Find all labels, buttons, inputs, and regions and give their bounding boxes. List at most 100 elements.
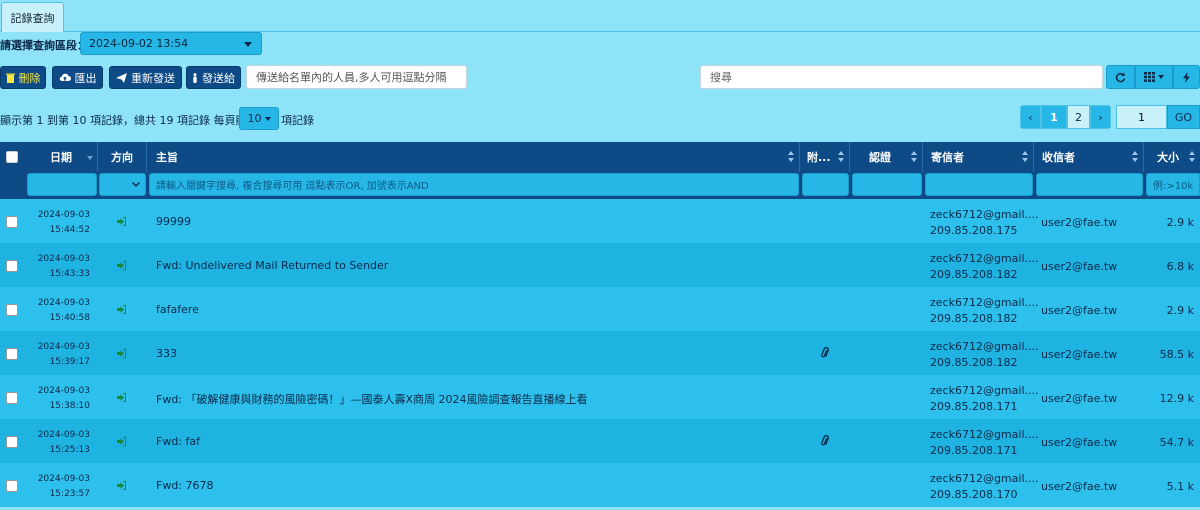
recipients-input[interactable]: 傳送給名單內的人員,多人可用逗點分隔 [246, 65, 467, 89]
go-button[interactable]: GO [1167, 105, 1200, 129]
row-subject[interactable]: Fwd: 7678 [156, 479, 214, 492]
sender-filter[interactable] [925, 173, 1033, 196]
row-time: 15:38:10 [49, 401, 90, 411]
row-date: 2024-09-03 [37, 298, 90, 308]
caret-down-icon [264, 116, 271, 121]
row-size: 6.8 k [1166, 260, 1194, 273]
table-row[interactable]: 2024-09-03 15:44:52 99999 zeck6712@gmail...… [0, 199, 1200, 243]
row-sender-ip: 209.85.208.175 [930, 224, 1018, 237]
row-sender: zeck6712@gmail.... [930, 208, 1039, 221]
select-all-checkbox[interactable] [6, 151, 18, 163]
column-size[interactable]: 大小 [1144, 142, 1200, 172]
direction-filter[interactable] [99, 173, 146, 196]
row-size: 54.7 k [1159, 436, 1194, 449]
page-1-button[interactable]: 1 [1041, 105, 1067, 129]
row-size: 58.5 k [1159, 348, 1194, 361]
sort-icon [1022, 151, 1028, 163]
records-info: 顯示第 1 到第 10 項記錄，總共 19 項記錄 每頁顯示 [0, 114, 258, 127]
auth-filter[interactable] [852, 173, 922, 196]
column-recipient[interactable]: 收信者 [1034, 142, 1144, 172]
row-checkbox[interactable] [6, 436, 18, 448]
row-checkbox[interactable] [6, 392, 18, 404]
row-date: 2024-09-03 [37, 342, 90, 352]
row-subject[interactable]: fafafere [156, 303, 199, 316]
bolt-icon [1183, 71, 1190, 83]
table-row[interactable]: 2024-09-03 15:23:57 Fwd: 7678 zeck6712@gmai… [0, 463, 1200, 507]
table-row[interactable]: 2024-09-03 15:38:10 Fwd: 「破解健康與財務的風險密碼！」—國… [0, 375, 1200, 419]
sign-in-icon [117, 437, 126, 446]
column-date[interactable]: 日期 [25, 142, 98, 172]
row-checkbox[interactable] [6, 260, 18, 272]
row-sender-ip: 209.85.208.171 [930, 444, 1018, 457]
row-sender-ip: 209.85.208.182 [930, 268, 1018, 281]
delete-button[interactable]: 刪除 [0, 66, 46, 89]
row-subject[interactable]: Fwd: Undelivered Mail Returned to Sender [156, 259, 388, 272]
table-row[interactable]: 2024-09-03 15:25:13 Fwd: faf zeck6712@gmail… [0, 419, 1200, 463]
row-sender: zeck6712@gmail.... [930, 296, 1039, 309]
row-date: 2024-09-03 [37, 474, 90, 484]
refresh-icon [1115, 72, 1126, 82]
tab-strip: 記錄查詢 [0, 0, 1200, 32]
row-checkbox[interactable] [6, 216, 18, 228]
table-row[interactable]: 2024-09-03 15:43:33 Fwd: Undelivered Mail … [0, 243, 1200, 287]
send-to-button[interactable]: 發送給 [186, 66, 241, 89]
sign-in-icon [117, 481, 126, 490]
row-recipient: user2@fae.tw [1041, 392, 1118, 405]
paperclip-icon [821, 347, 829, 358]
attachment-filter[interactable] [802, 173, 849, 196]
sort-icon [838, 151, 844, 163]
row-time: 15:40:58 [49, 313, 90, 323]
table-row[interactable]: 2024-09-03 15:39:17 333 zeck6712@gmail.... 2… [0, 331, 1200, 375]
row-subject[interactable]: Fwd: faf [156, 435, 200, 448]
sign-in-icon [117, 349, 126, 358]
column-sender[interactable]: 寄信者 [923, 142, 1034, 172]
row-subject[interactable]: Fwd: 「破解健康與財務的風險密碼！」—國泰人壽X商周 2024風險調查報告直… [156, 391, 588, 407]
refresh-button[interactable] [1106, 65, 1135, 89]
period-select[interactable]: 2024-09-02 13:54 [80, 32, 262, 55]
row-subject[interactable]: 333 [156, 347, 177, 360]
column-direction[interactable]: 方向 [98, 142, 147, 172]
paperclip-icon [821, 435, 829, 446]
column-auth[interactable]: 認證 [850, 142, 923, 172]
export-button[interactable]: 匯出 [52, 66, 103, 89]
row-time: 15:25:13 [49, 445, 90, 455]
row-date: 2024-09-03 [37, 430, 90, 440]
person-icon [193, 72, 197, 83]
row-sender-ip: 209.85.208.182 [930, 356, 1018, 369]
search-input[interactable]: 搜尋 [700, 65, 1103, 89]
row-subject[interactable]: 99999 [156, 215, 191, 228]
sort-icon [788, 151, 794, 163]
page-2-button[interactable]: 2 [1067, 105, 1090, 129]
row-checkbox[interactable] [6, 304, 18, 316]
size-filter[interactable]: 例:>10k [1146, 173, 1200, 196]
date-filter[interactable] [27, 173, 97, 196]
grid-icon [1144, 72, 1155, 82]
per-page-select[interactable]: 10 [239, 107, 279, 130]
table-row[interactable]: 2024-09-03 15:40:58 fafafere zeck6712@gmail… [0, 287, 1200, 331]
row-sender-ip: 209.85.208.170 [930, 488, 1018, 501]
column-attachment[interactable]: 附... [800, 142, 850, 172]
row-time: 15:23:57 [49, 489, 90, 499]
row-sender: zeck6712@gmail.... [930, 384, 1039, 397]
page-prev-button[interactable]: ‹ [1020, 105, 1041, 129]
row-size: 2.9 k [1166, 216, 1194, 229]
row-checkbox[interactable] [6, 480, 18, 492]
columns-button[interactable] [1135, 65, 1173, 89]
row-checkbox[interactable] [6, 348, 18, 360]
tab-record-query[interactable]: 記錄查詢 [1, 2, 64, 32]
records-info-suffix: 項記錄 [281, 114, 314, 127]
sort-desc-icon [87, 156, 93, 160]
page-next-button[interactable]: › [1090, 105, 1111, 129]
recipient-filter[interactable] [1036, 173, 1143, 196]
row-date: 2024-09-03 [37, 254, 90, 264]
toggle-button[interactable] [1173, 65, 1200, 89]
subject-filter[interactable]: 請輸入關鍵字搜尋, 複合搜尋可用 逗點表示OR, 加號表示AND [149, 173, 799, 196]
row-recipient: user2@fae.tw [1041, 260, 1118, 273]
row-time: 15:44:52 [49, 225, 90, 235]
sign-in-icon [117, 305, 126, 314]
row-sender: zeck6712@gmail.... [930, 340, 1039, 353]
resend-button[interactable]: 重新發送 [109, 66, 182, 89]
column-subject[interactable]: 主旨 [147, 142, 800, 172]
goto-page-input[interactable]: 1 [1116, 105, 1167, 129]
row-sender: zeck6712@gmail.... [930, 472, 1039, 485]
